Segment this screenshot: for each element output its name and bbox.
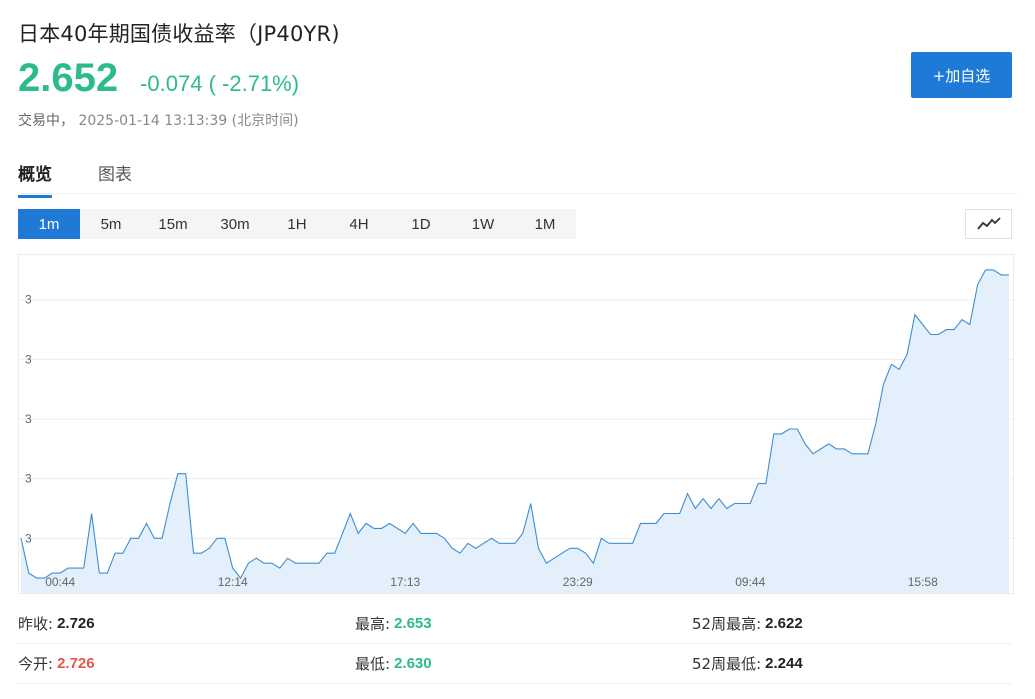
stat-label: 今开: xyxy=(18,655,54,673)
stat-label: 昨收: xyxy=(18,615,54,633)
stats-row: 今开: 2.726 最低: 2.630 52周最低: 2.244 xyxy=(18,644,1012,684)
y-tick-label: 3 xyxy=(25,412,32,426)
add-watchlist-button[interactable]: +加自选 xyxy=(911,52,1012,98)
period-30m[interactable]: 30m xyxy=(204,209,266,239)
line-chart-icon xyxy=(976,217,1001,230)
stats-row: 昨收: 2.726 最高: 2.653 52周最高: 2.622 xyxy=(18,604,1012,644)
chart-svg: 3333300:4412:1417:1323:2909:4415:5807:44… xyxy=(19,269,1013,593)
period-selector: 1m 5m 15m 30m 1H 4H 1D 1W 1M xyxy=(18,209,576,239)
x-tick-label: 09:44 xyxy=(735,575,765,589)
stat-high: 最高: 2.653 xyxy=(355,613,692,634)
stat-52w-high: 52周最高: 2.622 xyxy=(692,613,803,634)
period-15m[interactable]: 15m xyxy=(142,209,204,239)
x-tick-label: 12:14 xyxy=(218,575,248,589)
y-tick-label: 3 xyxy=(25,531,32,545)
stat-open: 今开: 2.726 xyxy=(18,653,355,674)
stat-value: 2.653 xyxy=(394,615,432,632)
period-1d[interactable]: 1D xyxy=(390,209,452,239)
stat-label: 52周最高: xyxy=(692,615,762,633)
stat-52w-low: 52周最低: 2.244 xyxy=(692,653,803,674)
stat-value: 2.726 xyxy=(57,655,95,672)
period-5m[interactable]: 5m xyxy=(80,209,142,239)
chart-area-fill xyxy=(21,269,1009,593)
period-4h[interactable]: 4H xyxy=(328,209,390,239)
stat-prev-close: 昨收: 2.726 xyxy=(18,613,355,634)
stats-table: 昨收: 2.726 最高: 2.653 52周最高: 2.622 今开: 2.7… xyxy=(18,604,1012,684)
y-tick-label: 3 xyxy=(25,352,32,366)
status-label: 交易中， xyxy=(18,113,74,129)
period-1w[interactable]: 1W xyxy=(452,209,514,239)
status-timezone: (北京时间) xyxy=(231,113,299,129)
tabs-divider xyxy=(18,193,1017,194)
x-tick-label: 00:44 xyxy=(45,575,75,589)
page-title: 日本40年期国债收益率（JP40YR) xyxy=(18,22,340,46)
stat-low: 最低: 2.630 xyxy=(355,653,692,674)
stat-label: 最低: xyxy=(355,655,391,673)
stat-value: 2.726 xyxy=(57,615,95,632)
stat-value: 2.630 xyxy=(394,655,432,672)
stat-label: 52周最低: xyxy=(692,655,762,673)
y-tick-label: 3 xyxy=(25,472,32,486)
price-chart[interactable]: 3333300:4412:1417:1323:2909:4415:5807:44… xyxy=(18,254,1014,594)
price-row: 2.652 -0.074 ( -2.71%) xyxy=(18,56,299,101)
x-tick-label: 17:13 xyxy=(390,575,420,589)
period-1mo[interactable]: 1M xyxy=(514,209,576,239)
period-1h[interactable]: 1H xyxy=(266,209,328,239)
price-change: -0.074 ( -2.71%) xyxy=(140,71,300,96)
period-1m[interactable]: 1m xyxy=(18,209,80,239)
y-tick-label: 3 xyxy=(25,293,32,307)
stat-value: 2.244 xyxy=(765,655,803,672)
current-price: 2.652 xyxy=(18,56,119,100)
chart-type-button[interactable] xyxy=(965,209,1012,239)
stat-value: 2.622 xyxy=(765,615,803,632)
trading-status: 交易中， 2025-01-14 13:13:39 (北京时间) xyxy=(18,110,299,130)
status-timestamp: 2025-01-14 13:13:39 xyxy=(78,113,228,129)
x-tick-label: 23:29 xyxy=(563,575,593,589)
stat-label: 最高: xyxy=(355,615,391,633)
x-tick-label: 15:58 xyxy=(908,575,938,589)
